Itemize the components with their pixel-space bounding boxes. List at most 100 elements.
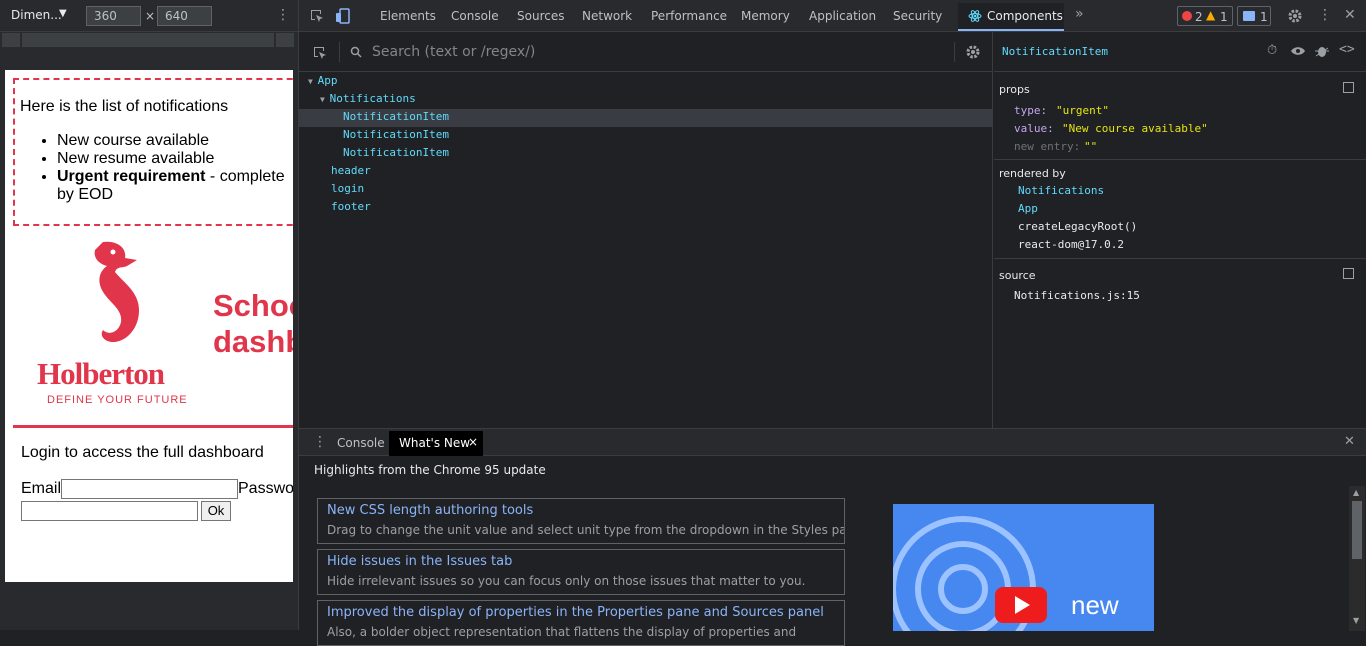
drawer-tabbar: ⋮ Console What's New × ✕ [299, 429, 1366, 456]
props-section-title: props [999, 83, 1030, 96]
tree-item-notificationitem[interactable]: NotificationItem [343, 126, 449, 144]
tree-item-login[interactable]: login [331, 180, 364, 198]
device-toolbar: Dimen... ▼ 360 × 640 ⋮ [0, 0, 298, 32]
tree-search-bar: Search (text or /regex/) [299, 32, 993, 72]
video-caption: new [1071, 590, 1119, 620]
component-inspector: NotificationItem ⏱ <> props type: "urgen… [994, 32, 1366, 428]
prop-key: value: [1014, 122, 1054, 135]
whats-new-card[interactable]: New CSS length authoring tools Drag to c… [317, 498, 845, 544]
logo-wordmark: Holberton [37, 356, 165, 391]
dimension-separator: × [145, 9, 156, 23]
drawer-menu-icon[interactable]: ⋮ [313, 434, 327, 450]
logo-tagline: DEFINE YOUR FUTURE [47, 394, 188, 406]
more-options-icon[interactable]: ⋮ [276, 7, 290, 23]
react-icon [968, 10, 982, 22]
inspector-header: NotificationItem ⏱ <> [994, 32, 1366, 72]
tab-network[interactable]: Network [582, 9, 632, 23]
more-tabs-icon[interactable]: » [1075, 6, 1084, 22]
selected-component-name: NotificationItem [1002, 45, 1108, 58]
page-viewport: Here is the list of notifications New co… [5, 70, 293, 582]
tab-sources[interactable]: Sources [517, 9, 564, 23]
tab-elements[interactable]: Elements [380, 9, 436, 23]
height-input[interactable]: 640 [157, 6, 212, 26]
close-icon[interactable]: ✕ [1344, 7, 1356, 23]
copy-icon[interactable] [1343, 82, 1354, 93]
tree-item-header[interactable]: header [331, 162, 371, 180]
notifications-panel: Here is the list of notifications New co… [13, 78, 293, 226]
tree-item-footer[interactable]: footer [331, 198, 371, 216]
header-divider [13, 425, 293, 428]
media-query-bar[interactable] [0, 32, 298, 48]
whats-new-card[interactable]: Improved the display of properties in th… [317, 600, 845, 646]
prop-value[interactable]: "urgent" [1056, 104, 1109, 117]
ok-button[interactable]: Ok [201, 501, 231, 521]
devtools-tabbar: Elements Console Sources Network Perform… [299, 0, 1366, 32]
notifications-list: New course available New resume availabl… [57, 132, 293, 204]
source-section-title: source [999, 269, 1036, 282]
search-input[interactable]: Search (text or /regex/) [372, 44, 535, 60]
email-field[interactable] [61, 479, 238, 499]
tree-item-notifications[interactable]: ▼ Notifications [320, 90, 416, 108]
new-prop-key[interactable]: new entry: [1014, 140, 1080, 153]
rendered-by-title: rendered by [999, 167, 1066, 180]
rendered-by-item[interactable]: App [1018, 202, 1038, 215]
whats-new-heading: Highlights from the Chrome 95 update [314, 463, 546, 477]
warning-icon: ▲ [1206, 8, 1216, 22]
devtools-drawer: ⋮ Console What's New × ✕ Highlights from… [299, 428, 1366, 646]
prop-value[interactable]: "New course available" [1062, 122, 1208, 135]
password-field[interactable] [21, 501, 198, 521]
tab-performance[interactable]: Performance [651, 9, 727, 23]
bug-icon[interactable] [1315, 44, 1329, 58]
messages-counter[interactable]: 1 [1237, 6, 1271, 26]
inspect-element-icon[interactable] [309, 8, 325, 24]
device-toggle-icon[interactable] [335, 8, 351, 24]
login-prompt: Login to access the full dashboard [21, 444, 264, 461]
page-title: School dashboard [213, 288, 293, 359]
error-icon [1182, 11, 1192, 21]
drawer-tab-whats-new[interactable]: What's New × [389, 431, 483, 456]
search-icon [350, 46, 362, 58]
tab-console[interactable]: Console [451, 9, 499, 23]
stopwatch-icon[interactable]: ⏱ [1267, 43, 1277, 58]
tree-item-notificationitem[interactable]: NotificationItem [343, 144, 449, 162]
close-tab-icon[interactable]: × [468, 435, 478, 449]
component-tree: Search (text or /regex/) ▼ App ▼ Notific… [299, 32, 993, 428]
list-item[interactable]: New resume available [57, 150, 293, 168]
drawer-scrollbar[interactable]: ▲ ▼ [1349, 486, 1365, 631]
password-label: Password [238, 480, 293, 497]
email-label: Email [21, 480, 62, 497]
rendered-by-item: react-dom@17.0.2 [1018, 238, 1124, 251]
view-source-icon[interactable]: <> [1339, 42, 1355, 57]
rendered-by-item[interactable]: Notifications [1018, 184, 1104, 197]
gear-icon[interactable] [1287, 8, 1303, 24]
more-options-icon[interactable]: ⋮ [1318, 7, 1332, 23]
prop-key: type: [1014, 104, 1048, 117]
list-item[interactable]: Urgent requirement - complete by EOD [57, 168, 293, 204]
devtools-panel: Elements Console Sources Network Perform… [298, 0, 1366, 646]
whats-new-video-thumbnail[interactable]: new [893, 504, 1154, 631]
rendered-by-item: createLegacyRoot() [1018, 220, 1138, 233]
select-component-icon[interactable] [312, 45, 328, 61]
new-prop-value[interactable]: "" [1084, 140, 1097, 153]
tree-item-notificationitem[interactable]: NotificationItem [343, 108, 449, 126]
list-item[interactable]: New course available [57, 132, 293, 150]
close-drawer-icon[interactable]: ✕ [1344, 434, 1355, 449]
whats-new-card[interactable]: Hide issues in the Issues tab Hide irrel… [317, 549, 845, 595]
message-icon [1243, 11, 1255, 21]
notifications-title: Here is the list of notifications [20, 98, 229, 115]
tree-item-app[interactable]: ▼ App [308, 72, 338, 90]
tab-application[interactable]: Application [809, 9, 876, 23]
device-emulation-pane: Dimen... ▼ 360 × 640 ⋮ Here is the list … [0, 0, 298, 630]
width-input[interactable]: 360 [86, 6, 141, 26]
eye-icon[interactable] [1290, 45, 1306, 57]
copy-icon[interactable] [1343, 268, 1354, 279]
tab-memory[interactable]: Memory [741, 9, 790, 23]
source-location[interactable]: Notifications.js:15 [1014, 289, 1140, 302]
device-select[interactable]: Dimen... [11, 8, 62, 22]
settings-icon[interactable] [965, 44, 981, 60]
drawer-tab-console[interactable]: Console [337, 436, 385, 450]
issues-counter[interactable]: 2 ▲ 1 [1177, 6, 1233, 26]
tab-components[interactable]: Components [958, 3, 1064, 31]
chevron-down-icon[interactable]: ▼ [59, 8, 67, 19]
tab-security[interactable]: Security [893, 9, 942, 23]
